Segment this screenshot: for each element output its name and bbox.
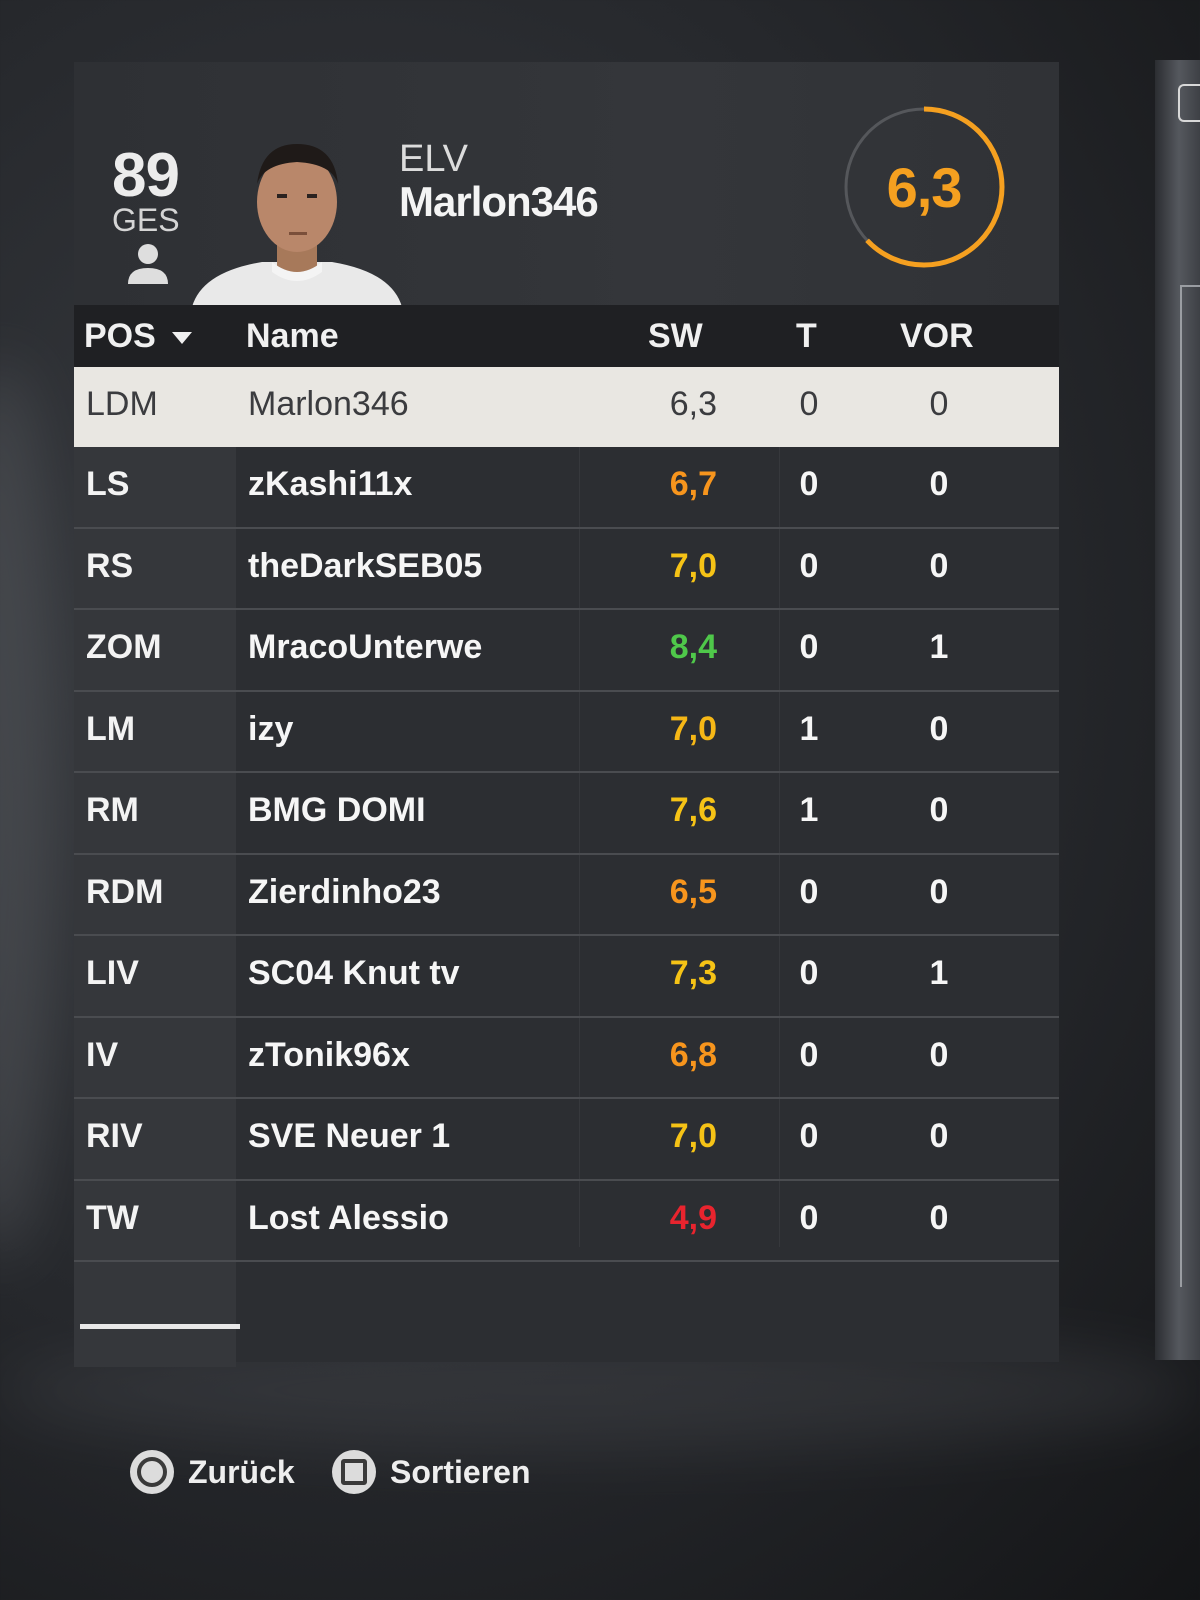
col-header-vor[interactable]: VOR: [900, 317, 974, 356]
assists-cell: 1: [929, 628, 949, 666]
ratings-table: POS Name SW T VOR LDM Marlon346 6,3 0 0 LS zKa…: [74, 305, 1059, 1367]
table-row[interactable]: ZOM MracoUnterwe 8,4 0 1: [74, 610, 1059, 692]
assists-cell: 0: [929, 385, 949, 423]
goals-cell: 0: [799, 1198, 819, 1237]
goals-cell: 0: [799, 1035, 819, 1074]
table-header: POS Name SW T VOR: [74, 305, 1059, 367]
goals-cell: 1: [799, 709, 819, 748]
table-row[interactable]: LS zKashi11x 6,7 0 0: [74, 447, 1059, 529]
col-header-t[interactable]: T: [796, 317, 817, 356]
position-cell: LDM: [86, 385, 158, 423]
position-cell: TW: [86, 1198, 139, 1237]
square-button-icon: [332, 1450, 376, 1494]
table-row[interactable]: RS theDarkSEB05 7,0 0 0: [74, 529, 1059, 610]
position-cell: LIV: [86, 954, 139, 992]
table-row[interactable]: LM izy 7,0 1 0: [74, 692, 1059, 773]
table-row[interactable]: LIV SC04 Knut tv 7,3 0 1: [74, 936, 1059, 1018]
goals-cell: 0: [799, 385, 819, 423]
overall-value: 89: [112, 141, 180, 210]
match-rating: 6,3: [886, 155, 963, 219]
assists-cell: 0: [929, 872, 949, 911]
position-cell: LS: [86, 465, 130, 503]
rating-cell: 7,0: [669, 546, 717, 585]
position-cell: RM: [86, 791, 139, 829]
sort-arrow-icon: [172, 332, 193, 345]
table-row[interactable]: RM BMG DOMI 7,6 1 0: [74, 773, 1059, 855]
rating-cell: 6,5: [669, 872, 717, 911]
assists-cell: 0: [929, 1117, 949, 1155]
background-frame: [1180, 285, 1200, 1287]
goals-cell: 0: [799, 465, 819, 503]
rating-cell: 7,6: [669, 791, 717, 829]
col-header-sw[interactable]: SW: [648, 317, 703, 356]
col-header-name[interactable]: Name: [246, 317, 339, 356]
assists-cell: 0: [929, 709, 949, 748]
player-name-cell: izy: [248, 709, 294, 748]
player-name-cell: Lost Alessio: [248, 1198, 449, 1237]
table-row[interactable]: IV zTonik96x 6,8 0 0: [74, 1018, 1059, 1099]
person-icon: [128, 244, 168, 284]
goals-cell: 0: [799, 872, 819, 911]
table-row[interactable]: RDM Zierdinho23 6,5 0 0: [74, 855, 1059, 936]
assists-cell: 0: [929, 546, 949, 585]
player-ratings-panel: 89 GES ELV Marlon346 6,3 POS Name SW T V…: [74, 62, 1059, 1367]
sort-button[interactable]: Sortieren: [332, 1450, 530, 1494]
rating-cell: 6,8: [669, 1035, 717, 1074]
assists-cell: 0: [929, 1035, 949, 1074]
player-header: 89 GES ELV Marlon346 6,3: [74, 62, 1059, 307]
rating-cell: 6,3: [669, 385, 717, 423]
player-name-cell: BMG DOMI: [248, 791, 426, 829]
back-button[interactable]: Zurück: [130, 1450, 295, 1494]
player-name-cell: MracoUnterwe: [248, 628, 483, 666]
rating-cell: 4,9: [669, 1198, 717, 1237]
player-name-cell: zKashi11x: [248, 465, 413, 503]
position-cell: IV: [86, 1035, 119, 1074]
goals-cell: 1: [799, 791, 819, 829]
player-portrait: [192, 144, 402, 307]
active-tab-indicator: [80, 1324, 240, 1329]
col-header-pos[interactable]: POS: [84, 317, 193, 356]
position-cell: RDM: [86, 872, 164, 911]
player-name-cell: Marlon346: [248, 385, 409, 423]
rating-cell: 7,0: [669, 709, 717, 748]
position-cell: ZOM: [86, 628, 162, 666]
table-row[interactable]: RIV SVE Neuer 1 7,0 0 0: [74, 1099, 1059, 1181]
rating-cell: 8,4: [669, 628, 717, 666]
goals-cell: 0: [799, 628, 819, 666]
sort-button-label: Sortieren: [390, 1453, 531, 1490]
player-name: Marlon346: [399, 178, 599, 225]
overall-label: GES: [112, 202, 180, 238]
assists-cell: 1: [929, 954, 949, 992]
assists-cell: 0: [929, 791, 949, 829]
table-row[interactable]: LDM Marlon346 6,3 0 0: [74, 367, 1059, 447]
position-cell: RIV: [86, 1117, 143, 1155]
goals-cell: 0: [799, 954, 819, 992]
circle-button-icon: [130, 1450, 174, 1494]
player-name-cell: zTonik96x: [248, 1035, 410, 1074]
goals-cell: 0: [799, 1117, 819, 1155]
player-name-cell: Zierdinho23: [248, 872, 441, 911]
position-cell: RS: [86, 546, 134, 585]
player-name-cell: theDarkSEB05: [248, 546, 483, 585]
rating-cell: 7,3: [669, 954, 717, 992]
assists-cell: 0: [929, 465, 949, 503]
player-name-cell: SC04 Knut tv: [248, 954, 460, 992]
table-row[interactable]: TW Lost Alessio 4,9 0 0: [74, 1181, 1059, 1262]
goals-cell: 0: [799, 546, 819, 585]
assists-cell: 0: [929, 1198, 949, 1237]
position-cell: LM: [86, 709, 136, 748]
rating-cell: 7,0: [669, 1117, 717, 1155]
rating-cell: 6,7: [669, 465, 717, 503]
player-name-cell: SVE Neuer 1: [248, 1117, 451, 1155]
background-chip: [1178, 84, 1200, 122]
table-body: LDM Marlon346 6,3 0 0 LS zKashi11x 6,7 0 0 RS theDa…: [74, 367, 1059, 1262]
back-button-label: Zurück: [188, 1453, 295, 1490]
club-code: ELV: [399, 138, 469, 180]
